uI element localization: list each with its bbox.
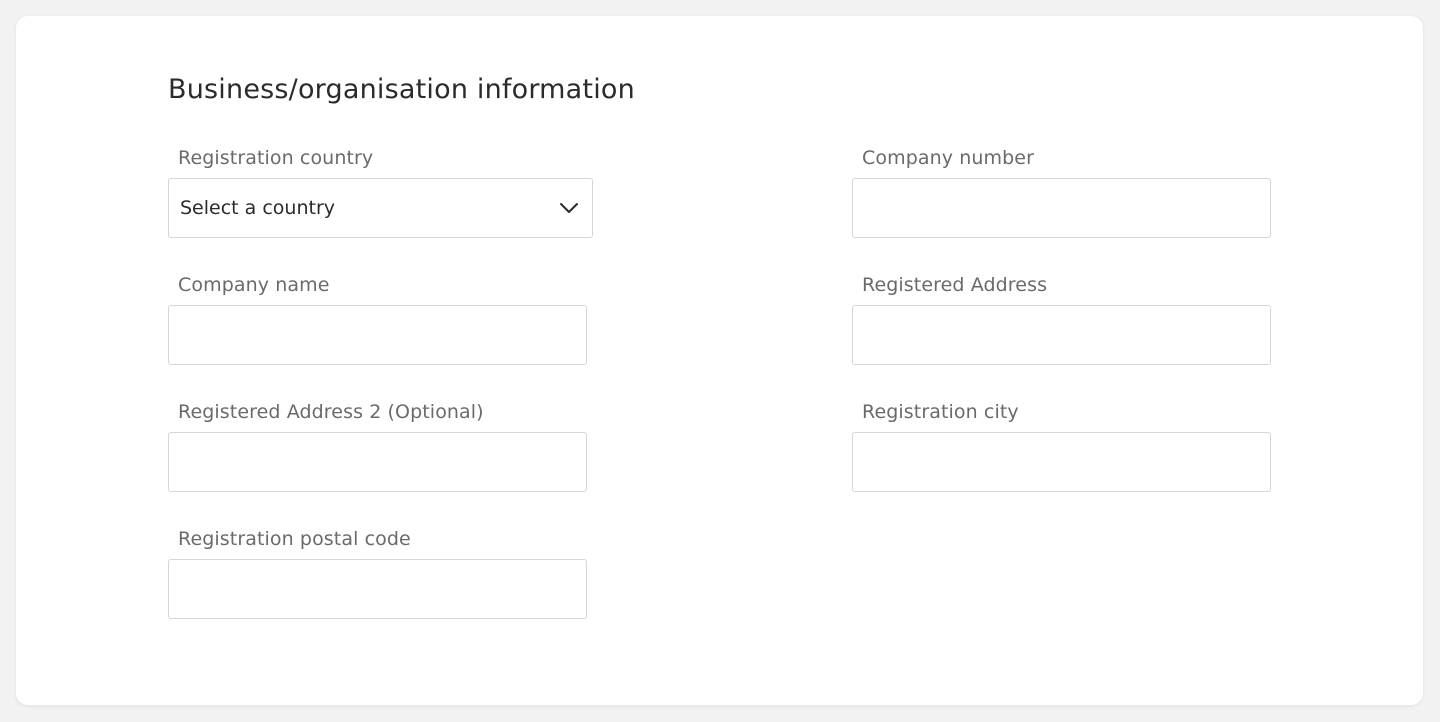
registered-address-2-field: Registered Address 2 (Optional): [168, 401, 587, 493]
business-info-card: Business/organisation information Regist…: [16, 16, 1423, 705]
registered-address-2-input[interactable]: [168, 432, 587, 492]
registered-address-label: Registered Address: [862, 274, 1048, 296]
registered-address-input[interactable]: [852, 305, 1271, 365]
registration-postal-code-input[interactable]: [168, 559, 587, 619]
company-number-field: Company number: [852, 147, 1271, 239]
registration-country-label: Registration country: [178, 147, 374, 169]
registration-city-label: Registration city: [862, 401, 1019, 423]
registered-address-field: Registered Address: [852, 274, 1271, 366]
registration-postal-code-label: Registration postal code: [178, 528, 411, 550]
section-title: Business/organisation information: [168, 74, 635, 105]
registration-country-select[interactable]: Select a country: [168, 178, 593, 238]
registration-city-field: Registration city: [852, 401, 1271, 493]
company-number-label: Company number: [862, 147, 1034, 169]
registration-country-field: Registration country Select a country: [168, 147, 593, 239]
company-name-field: Company name: [168, 274, 587, 366]
registration-postal-code-field: Registration postal code: [168, 528, 587, 620]
company-number-input[interactable]: [852, 178, 1271, 238]
registration-city-input[interactable]: [852, 432, 1271, 492]
registration-country-selected-value: Select a country: [180, 197, 335, 219]
chevron-down-icon: [558, 201, 580, 215]
registered-address-2-label: Registered Address 2 (Optional): [178, 401, 484, 423]
company-name-input[interactable]: [168, 305, 587, 365]
company-name-label: Company name: [178, 274, 330, 296]
